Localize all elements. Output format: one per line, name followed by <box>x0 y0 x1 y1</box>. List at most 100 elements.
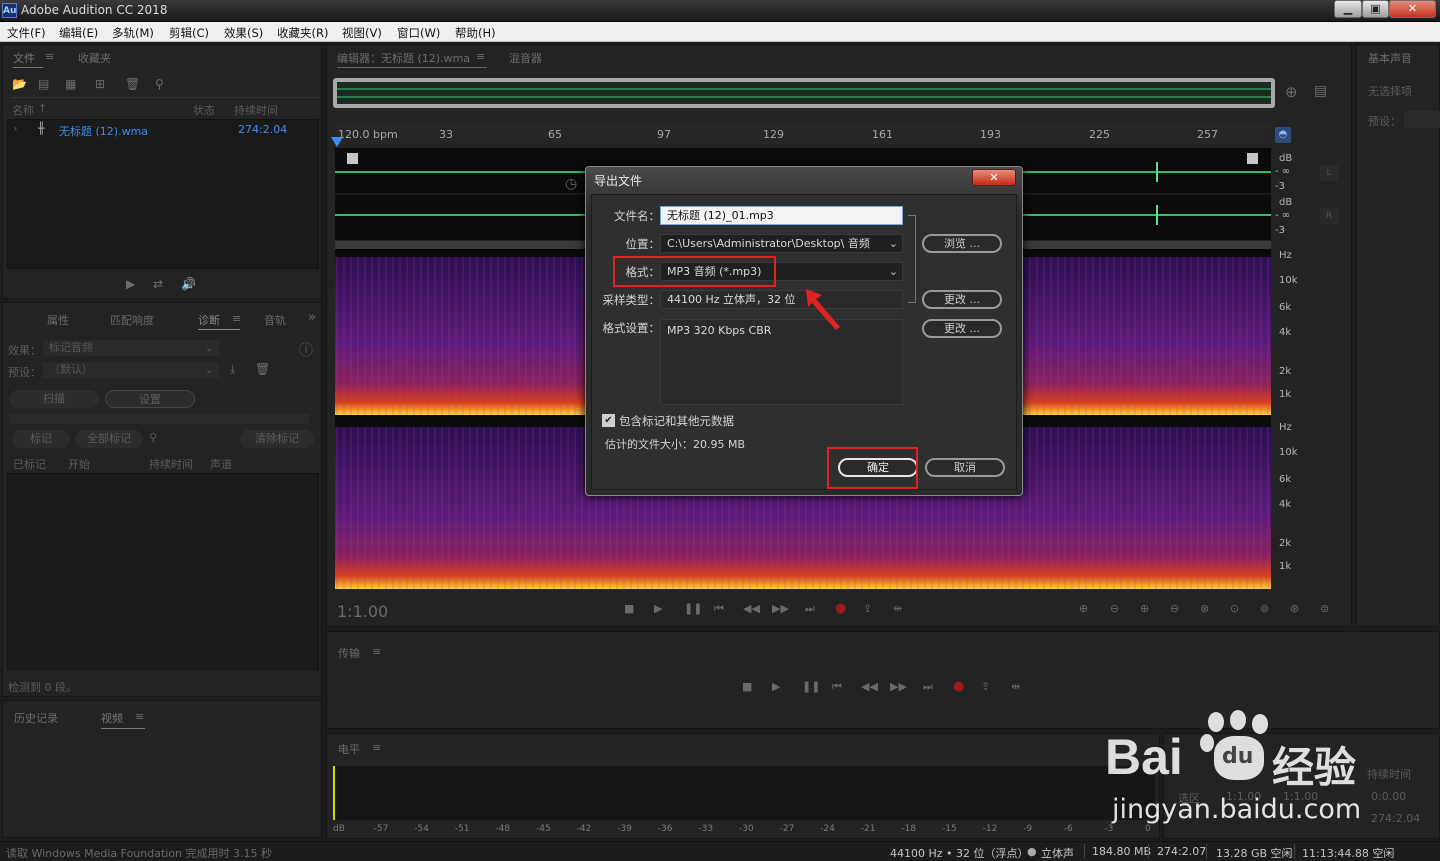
dialog-close-button[interactable]: ✕ <box>972 169 1016 186</box>
loop-playback-icon[interactable]: ⇪ <box>863 602 872 615</box>
filename-input[interactable]: 无标题 (12)_01.mp3 <box>660 206 903 225</box>
tab-mixer[interactable]: 混音器 <box>509 50 542 66</box>
snap-icon[interactable]: ◓ <box>1275 127 1291 143</box>
menu-file[interactable]: 文件(F) <box>7 25 46 41</box>
zoom-in-amplitude-icon[interactable]: ⊕ <box>1079 602 1088 615</box>
menu-effects[interactable]: 效果(S) <box>224 25 263 41</box>
search-icon[interactable]: ⚲ <box>149 431 157 444</box>
column-name[interactable]: 名称 <box>12 102 34 118</box>
insert-icon[interactable]: ⊞ <box>95 77 105 91</box>
fast-forward-icon[interactable]: ▶▶ <box>890 680 907 693</box>
tab-video[interactable]: 视频 <box>101 710 123 726</box>
close-window-button[interactable]: ✕ <box>1389 0 1436 18</box>
change-sample-button[interactable]: 更改 ... <box>922 290 1002 309</box>
change-format-button[interactable]: 更改 ... <box>922 319 1002 338</box>
maximize-button[interactable]: ▣ <box>1362 0 1389 18</box>
skip-selection-icon[interactable]: ⇹ <box>893 602 902 615</box>
loop-icon[interactable]: ⇄ <box>153 277 163 291</box>
clear-marks-button[interactable]: 清除标记 <box>240 430 314 448</box>
go-to-end-icon[interactable]: ⏭ <box>805 602 815 616</box>
go-to-start-icon[interactable]: ⏮ <box>832 680 842 694</box>
effect-select[interactable]: 标记音频 ⌄ <box>43 340 219 356</box>
zoom-out-amplitude-icon[interactable]: ⊖ <box>1110 602 1119 615</box>
hud-gain-icon[interactable]: ◷ <box>565 176 577 192</box>
cancel-button[interactable]: 取消 <box>925 458 1005 477</box>
panel-menu-icon[interactable]: ≡ <box>372 741 381 754</box>
column-start[interactable]: 开始 <box>68 456 90 472</box>
channel-l-toggle[interactable]: L <box>1320 165 1338 181</box>
playhead[interactable] <box>331 137 343 147</box>
panel-menu-icon[interactable]: ≡ <box>476 50 485 63</box>
pause-icon[interactable]: ❚❚ <box>802 680 820 693</box>
zoom-in-time-icon[interactable]: ⊕ <box>1140 602 1149 615</box>
search-icon[interactable]: ⚲ <box>155 77 164 91</box>
tab-diagnostics[interactable]: 诊断 <box>198 312 220 328</box>
overview-bar[interactable] <box>333 78 1275 108</box>
menu-view[interactable]: 视图(V) <box>342 25 382 41</box>
preset-select[interactable]: （默认） ⌄ <box>43 362 219 378</box>
new-file-icon[interactable]: ▦ <box>65 77 76 91</box>
tab-editor[interactable]: 编辑器：无标题 (12).wma <box>337 50 470 66</box>
play-icon[interactable]: ▶ <box>772 680 780 693</box>
location-select[interactable]: C:\Users\Administrator\Desktop\ 音频 ⌄ <box>660 234 903 253</box>
loop-playback-icon[interactable]: ⇪ <box>981 680 990 693</box>
column-duration[interactable]: 持续时间 <box>234 102 278 118</box>
record-icon[interactable]: ● <box>835 601 846 616</box>
panel-menu-icon[interactable]: ≡ <box>372 645 381 658</box>
more-tabs-icon[interactable]: » <box>308 310 316 325</box>
tab-files[interactable]: 文件 <box>13 50 35 66</box>
save-preset-icon[interactable]: ⤓ <box>230 362 235 377</box>
preset-select[interactable] <box>1404 111 1440 128</box>
timeline-ruler[interactable]: 120.0 bpm 33 65 97 129 161 193 225 257 <box>335 125 1271 145</box>
panel-menu-icon[interactable]: ≡ <box>232 312 241 325</box>
open-file-icon[interactable]: 📂 <box>12 77 27 91</box>
zoom-in-point-icon[interactable]: ⊙ <box>1230 602 1239 615</box>
fast-forward-icon[interactable]: ▶▶ <box>772 602 789 615</box>
rewind-icon[interactable]: ◀◀ <box>861 680 878 693</box>
minimize-button[interactable]: ▁ <box>1334 0 1362 18</box>
scan-button[interactable]: 扫描 <box>9 390 99 408</box>
menu-favorites[interactable]: 收藏夹(R) <box>277 25 328 41</box>
menu-edit[interactable]: 编辑(E) <box>59 25 98 41</box>
menu-clip[interactable]: 剪辑(C) <box>169 25 209 41</box>
mark-all-button[interactable]: 全部标记 <box>75 430 143 448</box>
skip-selection-icon[interactable]: ⇹ <box>1011 680 1020 693</box>
expand-icon[interactable]: › <box>13 122 17 135</box>
include-metadata-checkbox[interactable]: ✔ <box>602 414 615 427</box>
autoplay-icon[interactable]: 🔊 <box>181 277 196 291</box>
panel-menu-icon[interactable]: ≡ <box>45 50 54 63</box>
panel-menu-icon[interactable]: ≡ <box>135 710 144 723</box>
zoom-navigator-icon[interactable]: ⊕ <box>1285 83 1298 101</box>
menu-multitrack[interactable]: 多轨(M) <box>112 25 154 41</box>
zoom-reset-icon[interactable]: ⊜ <box>1320 602 1329 615</box>
channel-r-toggle[interactable]: R <box>1320 208 1338 224</box>
tab-properties[interactable]: 属性 <box>47 312 69 328</box>
pause-icon[interactable]: ❚❚ <box>684 602 702 615</box>
go-to-start-icon[interactable]: ⏮ <box>714 602 724 616</box>
play-icon[interactable]: ▶ <box>126 277 135 291</box>
splitter[interactable] <box>9 414 309 424</box>
browse-button[interactable]: 浏览 ... <box>922 234 1002 253</box>
column-duration[interactable]: 持续时间 <box>149 456 193 472</box>
tab-history[interactable]: 历史记录 <box>14 710 58 726</box>
file-name[interactable]: 无标题 (12).wma <box>59 123 148 139</box>
stop-icon[interactable]: ■ <box>742 680 752 693</box>
play-icon[interactable]: ▶ <box>654 602 662 615</box>
menu-window[interactable]: 窗口(W) <box>397 25 440 41</box>
column-marked[interactable]: 已标记 <box>13 456 46 472</box>
go-to-end-icon[interactable]: ⏭ <box>923 680 933 694</box>
fade-out-handle[interactable] <box>1247 153 1258 164</box>
column-channel[interactable]: 声道 <box>210 456 232 472</box>
transport-title[interactable]: 传输 <box>338 645 360 661</box>
import-icon[interactable]: ▤ <box>38 77 49 91</box>
zoom-out-time-icon[interactable]: ⊖ <box>1170 602 1179 615</box>
zoom-fit-icon[interactable]: ⊛ <box>1290 602 1299 615</box>
info-icon[interactable]: ⓘ <box>299 340 313 360</box>
delete-icon[interactable]: 🗑 <box>125 77 140 91</box>
stop-icon[interactable]: ■ <box>624 602 634 615</box>
column-status[interactable]: 状态 <box>193 102 215 118</box>
zoom-out-full-icon[interactable]: ⊗ <box>1200 602 1209 615</box>
tab-match-loudness[interactable]: 匹配响度 <box>110 312 154 328</box>
zoom-selection-icon[interactable]: ⊚ <box>1260 602 1269 615</box>
settings-button[interactable]: 设置 <box>105 390 195 408</box>
